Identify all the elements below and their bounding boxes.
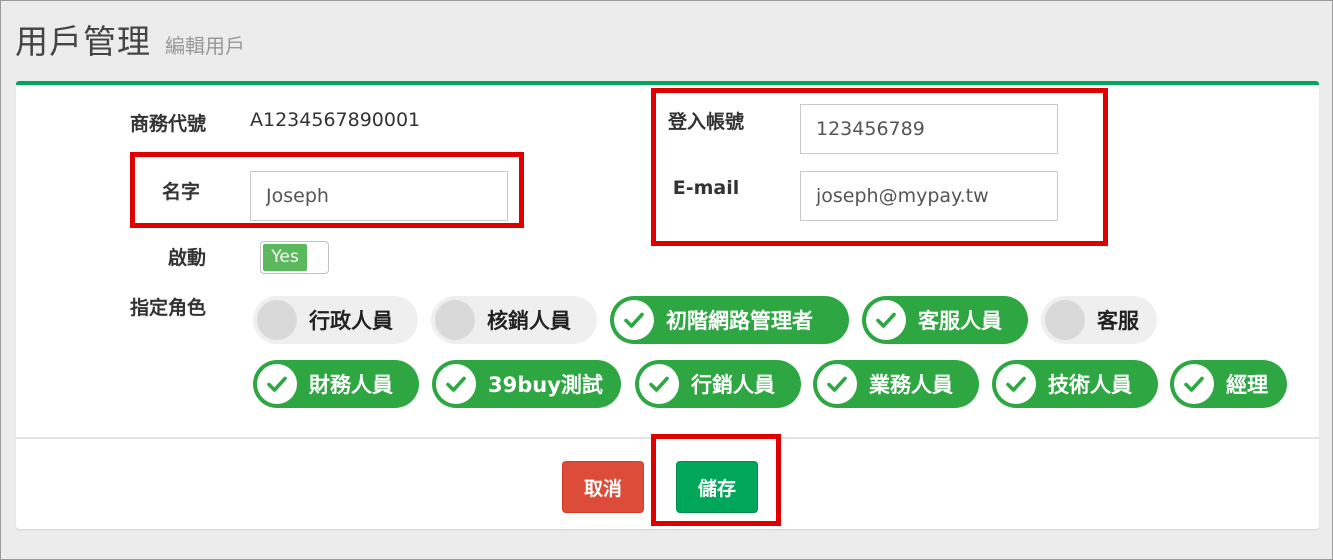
email-input[interactable]	[800, 171, 1058, 221]
role-chip[interactable]: 39buy測試	[432, 360, 621, 408]
role-chip-label: 行政人員	[309, 309, 393, 333]
check-icon	[996, 364, 1036, 404]
name-input[interactable]	[250, 171, 508, 221]
role-chip[interactable]: 客服	[1041, 296, 1157, 344]
check-icon	[1174, 364, 1214, 404]
page-header: 用戶管理 編輯用戶	[15, 15, 245, 63]
name-label: 名字	[161, 181, 200, 203]
role-chip-label: 初階網路管理者	[666, 309, 813, 333]
role-chip-label: 客服	[1097, 309, 1139, 333]
role-chip-label: 經理	[1226, 373, 1268, 397]
form-divider	[16, 437, 1319, 439]
active-toggle-on-label: Yes	[263, 244, 307, 271]
check-icon	[639, 364, 679, 404]
active-toggle[interactable]: Yes	[260, 241, 329, 274]
role-chip-label: 核銷人員	[487, 309, 571, 333]
check-icon	[614, 300, 654, 340]
page-title: 用戶管理	[15, 22, 151, 61]
login-account-label: 登入帳號	[667, 111, 744, 133]
check-icon	[866, 300, 906, 340]
unchecked-circle-icon	[1045, 300, 1085, 340]
role-chip[interactable]: 經理	[1170, 360, 1287, 408]
role-chip[interactable]: 財務人員	[253, 360, 419, 408]
check-icon	[436, 364, 476, 404]
merchant-id-label: 商務代號	[129, 113, 206, 135]
page-subtitle: 編輯用戶	[165, 34, 245, 58]
role-chip[interactable]: 技術人員	[992, 360, 1158, 408]
save-button[interactable]: 儲存	[676, 461, 758, 513]
role-chip[interactable]: 業務人員	[813, 360, 979, 408]
check-icon	[817, 364, 857, 404]
unchecked-circle-icon	[435, 300, 475, 340]
login-account-input[interactable]	[800, 104, 1058, 154]
role-chip[interactable]: 初階網路管理者	[610, 296, 849, 344]
email-label: E-mail	[672, 177, 740, 199]
roles-label: 指定角色	[129, 297, 206, 319]
role-chip-label: 財務人員	[309, 373, 393, 397]
role-chip[interactable]: 核銷人員	[431, 296, 597, 344]
role-chip[interactable]: 客服人員	[862, 296, 1028, 344]
role-chip-label: 行銷人員	[691, 373, 775, 397]
edit-user-panel: 商務代號 A1234567890001 名字 啟動 Yes 指定角色 登入帳號 …	[16, 81, 1319, 529]
role-chip-label: 39buy測試	[488, 373, 603, 397]
role-chip-label: 客服人員	[918, 309, 1002, 333]
unchecked-circle-icon	[257, 300, 297, 340]
merchant-id-value: A1234567890001	[250, 109, 421, 131]
check-icon	[257, 364, 297, 404]
cancel-button[interactable]: 取消	[562, 461, 644, 513]
role-chip[interactable]: 行政人員	[253, 296, 418, 344]
role-chip-label: 業務人員	[869, 373, 953, 397]
active-label: 啟動	[167, 247, 206, 269]
role-chip[interactable]: 行銷人員	[635, 360, 801, 408]
role-chip-label: 技術人員	[1048, 373, 1132, 397]
